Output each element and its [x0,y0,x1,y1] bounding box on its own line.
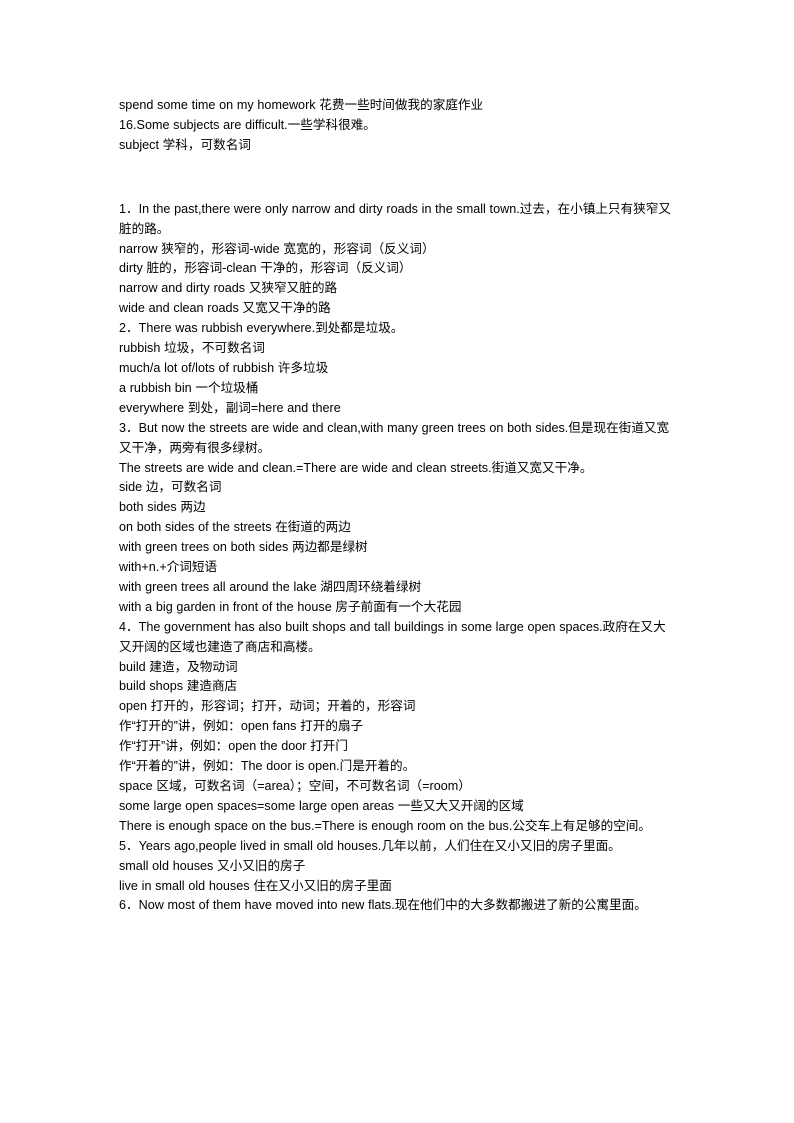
text-line: build shops 建造商店 [119,679,238,694]
text-line: live in small old houses 住在又小又旧的房子里面 [119,878,392,893]
text-line-item-6: 6．Now most of them have moved into new f… [119,898,647,913]
text-block-main: 1．In the past,there were only narrow and… [119,200,677,917]
text-line: narrow and dirty roads 又狭窄又脏的路 [119,281,338,296]
text-line: with+n.+介词短语 [119,560,218,575]
text-line: some large open spaces=some large open a… [119,798,524,813]
text-line: 作“打开”讲，例如：open the door 打开门 [119,739,349,754]
text-line: on both sides of the streets 在街道的两边 [119,520,351,535]
text-line-item-1: 1．In the past,there were only narrow and… [119,201,671,236]
text-line: with a big garden in front of the house … [119,599,462,614]
text-line: both sides 两边 [119,500,206,515]
text-line: everywhere 到处，副词=here and there [119,400,341,415]
text-line: small old houses 又小又旧的房子 [119,858,306,873]
text-line: much/a lot of/lots of rubbish 许多垃圾 [119,360,329,375]
text-line: a rubbish bin 一个垃圾桶 [119,380,259,395]
text-line: The streets are wide and clean.=There ar… [119,460,593,475]
text-line: rubbish 垃圾，不可数名词 [119,341,265,356]
text-line-item-3: 3．But now the streets are wide and clean… [119,420,670,455]
text-line: There is enough space on the bus.=There … [119,818,652,833]
text-line: side 边，可数名词 [119,480,222,495]
text-block-top: spend some time on my homework 花费一些时间做我的… [119,96,677,156]
text-line: 作“开着的”讲，例如：The door is open.门是开着的。 [119,759,416,774]
text-line: narrow 狭窄的，形容词-wide 宽宽的，形容词（反义词） [119,241,435,256]
text-line-item-5: 5．Years ago,people lived in small old ho… [119,838,621,853]
text-line: space 区域，可数名词（=area）；空间，不可数名词（=room） [119,779,471,793]
text-line: open 打开的，形容词；打开，动词；开着的，形容词 [119,699,416,714]
text-line: subject 学科，可数名词 [119,137,251,152]
text-line: wide and clean roads 又宽又干净的路 [119,301,331,316]
text-line: 16.Some subjects are difficult.一些学科很难。 [119,117,376,132]
text-line: with green trees all around the lake 湖四周… [119,579,422,594]
text-line: with green trees on both sides 两边都是绿树 [119,540,368,555]
document-text-body: spend some time on my homework 花费一些时间做我的… [119,96,677,916]
text-line: dirty 脏的，形容词-clean 干净的，形容词（反义词） [119,261,412,276]
text-line: build 建造，及物动词 [119,659,238,674]
text-line-item-4: 4．The government has also built shops an… [119,619,666,654]
text-line: 作“打开的”讲，例如：open fans 打开的扇子 [119,719,364,734]
text-line-item-2: 2．There was rubbish everywhere.到处都是垃圾。 [119,321,404,336]
text-line: spend some time on my homework 花费一些时间做我的… [119,98,484,112]
document-page: spend some time on my homework 花费一些时间做我的… [0,0,794,1123]
